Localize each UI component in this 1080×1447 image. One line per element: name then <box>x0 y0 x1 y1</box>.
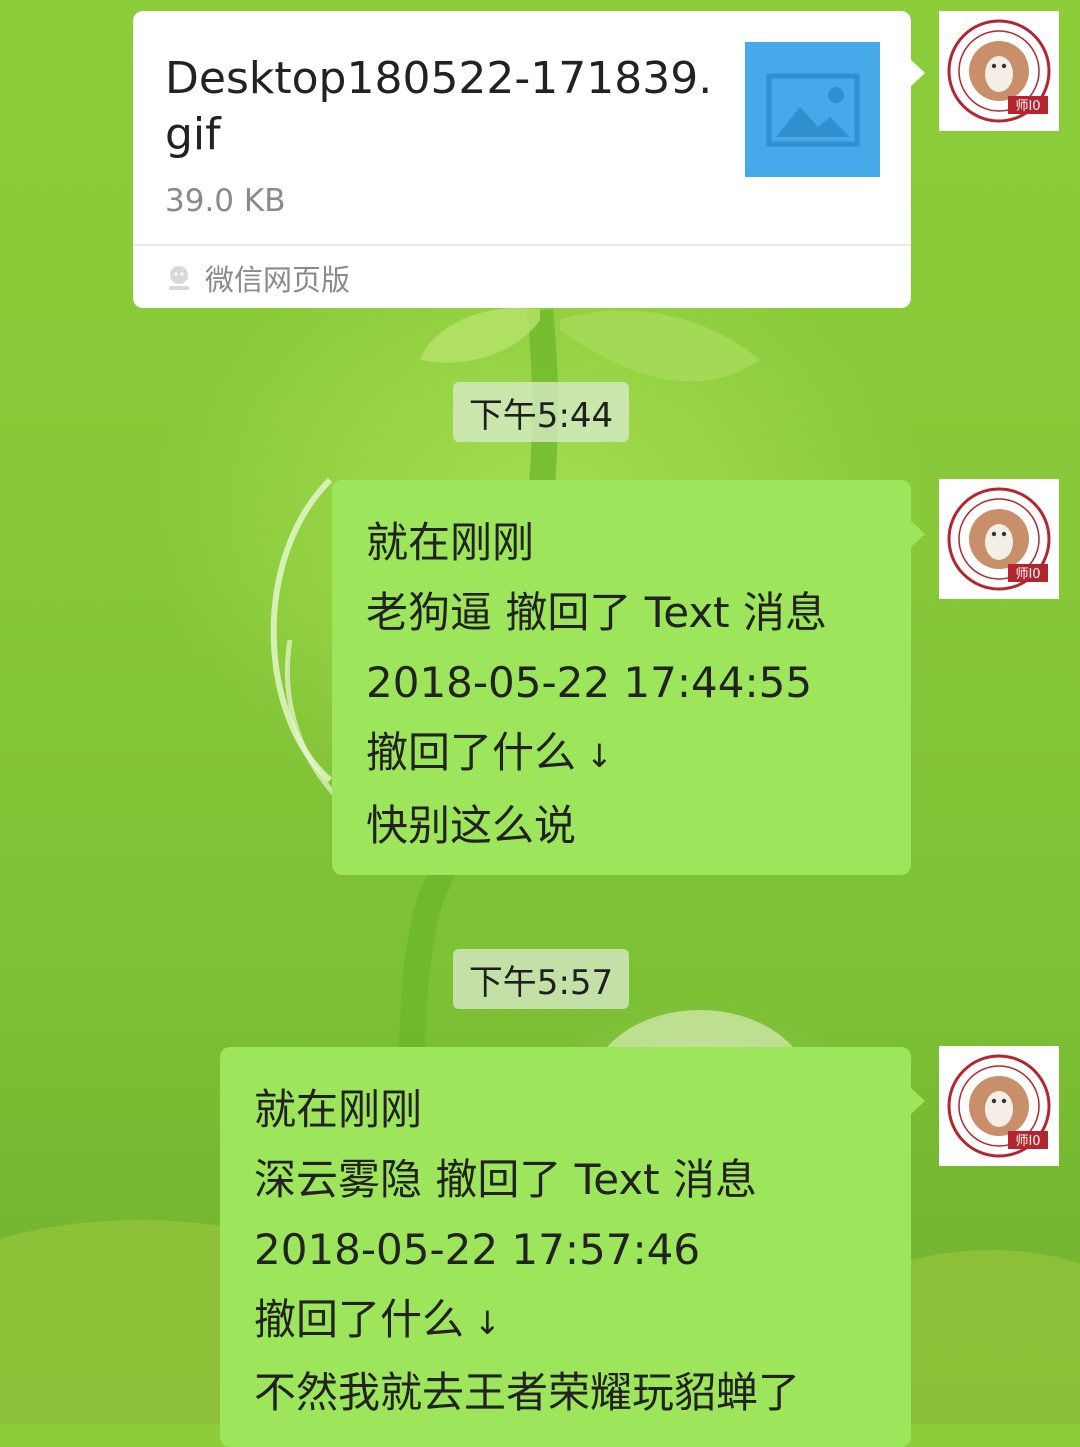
file-source: 微信网页版 <box>165 257 350 299</box>
avatar[interactable]: 师I0 <box>939 11 1059 131</box>
down-arrow-icon: ↓ <box>586 737 613 775</box>
file-name: Desktop180522-171839. gif <box>165 51 725 163</box>
avatar-label: 师I0 <box>1015 99 1040 114</box>
message-line: 快别这么说 <box>366 801 577 850</box>
message-text: 撤回了什么 <box>254 1295 465 1344</box>
university-seal-avatar-icon: 师I0 <box>947 19 1051 123</box>
avatar[interactable]: 师I0 <box>939 479 1059 599</box>
wechat-web-icon <box>169 266 189 290</box>
message-line: 深云雾隐 撤回了 Text 消息 <box>254 1155 757 1204</box>
file-source-label: 微信网页版 <box>205 263 351 297</box>
university-seal-avatar-icon: 师I0 <box>947 1054 1051 1158</box>
avatar-label: 师I0 <box>1015 1134 1040 1149</box>
file-name-line1: Desktop180522-171839. <box>165 53 713 104</box>
message-line: 2018-05-22 17:57:46 <box>254 1225 701 1274</box>
divider <box>133 244 911 246</box>
message-line: 老狗逼 撤回了 Text 消息 <box>366 588 827 637</box>
message-text: 撤回了什么 <box>366 728 577 777</box>
message-line: 就在刚刚 <box>254 1085 423 1134</box>
bubble-tail <box>910 1087 925 1115</box>
timestamp: 下午5:44 <box>453 382 629 442</box>
message-line: 2018-05-22 17:44:55 <box>366 658 813 707</box>
university-seal-avatar-icon: 师I0 <box>947 487 1051 591</box>
message-bubble[interactable]: 就在刚刚 老狗逼 撤回了 Text 消息 2018-05-22 17:44:55… <box>332 480 925 875</box>
message-bubble[interactable]: 就在刚刚 深云雾隐 撤回了 Text 消息 2018-05-22 17:57:4… <box>220 1047 925 1447</box>
avatar-label: 师I0 <box>1015 567 1040 582</box>
message-line: 不然我就去王者荣耀玩貂蝉了 <box>254 1368 801 1417</box>
file-name-line2: gif <box>165 109 221 160</box>
timestamp: 下午5:57 <box>453 949 629 1009</box>
down-arrow-icon: ↓ <box>474 1304 501 1342</box>
file-message-card[interactable]: Desktop180522-171839. gif 39.0 KB 微信网页版 <box>133 11 925 308</box>
message-line: 撤回了什么 ↓ <box>366 718 877 791</box>
bubble-tail <box>910 59 925 87</box>
bubble-tail <box>910 520 925 548</box>
message-line: 撤回了什么 ↓ <box>254 1285 877 1358</box>
file-size: 39.0 KB <box>165 183 286 219</box>
message-line: 就在刚刚 <box>366 518 535 567</box>
avatar[interactable]: 师I0 <box>939 1046 1059 1166</box>
image-icon <box>745 42 880 177</box>
